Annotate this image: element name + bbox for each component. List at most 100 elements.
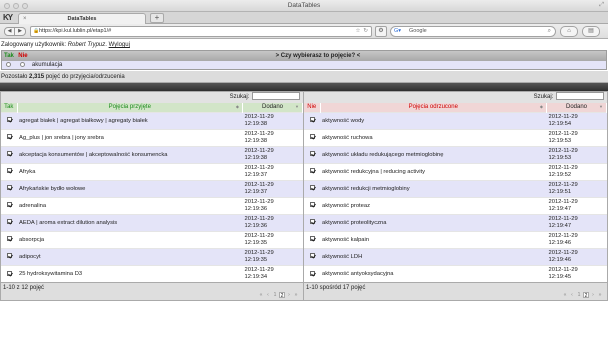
search-icon[interactable]: ⌕ (548, 27, 551, 36)
accept-checkbox[interactable] (6, 151, 12, 157)
fullscreen-icon[interactable]: ⤢ (599, 2, 604, 9)
lock-icon: 🔒 (33, 28, 40, 34)
yes-radio[interactable] (6, 61, 12, 67)
table-row[interactable]: adrenalina 2012-11-29 12:19:36 (1, 196, 303, 214)
menu-button[interactable]: ▤ (582, 26, 600, 37)
rejected-col-date[interactable]: Dodano ▼ (546, 103, 607, 112)
new-tab-button[interactable]: + (150, 13, 164, 23)
reject-checkbox[interactable] (309, 134, 315, 140)
table-row[interactable]: aktywność redukcyjna | reducing activity… (304, 162, 607, 180)
search-bar[interactable]: G▾ Google ⌕ (390, 26, 556, 37)
home-button[interactable]: ⌂ (560, 26, 578, 37)
reject-checkbox[interactable] (309, 117, 315, 123)
minimize-window-button[interactable] (13, 3, 19, 9)
next-page-button[interactable]: › (286, 292, 292, 298)
reject-checkbox[interactable] (309, 253, 315, 259)
page-1-button[interactable]: 1 (576, 292, 582, 298)
search-engine-icon[interactable]: G▾ (394, 27, 401, 36)
tab-label: DataTables (67, 16, 97, 22)
accept-checkbox[interactable] (6, 253, 12, 259)
table-row[interactable]: aktywność układu redukującego metmioglob… (304, 145, 607, 163)
accept-checkbox[interactable] (6, 117, 12, 123)
url-bar[interactable]: 🔒 https://kpi.kul.lublin.pl/etap1/# ☆ ↻ (30, 26, 372, 37)
tab-datatables[interactable]: × DataTables (18, 13, 146, 24)
accepted-col-date[interactable]: Dodano ▼ (242, 103, 303, 112)
rejected-col-sel[interactable]: Nie (304, 103, 321, 112)
table-row[interactable]: 25 hydroksywitamina D3 2012-11-29 12:19:34 (1, 264, 303, 282)
table-row[interactable]: aktywność proteaz 2012-11-29 12:19:47 (304, 196, 607, 214)
accepted-search-input[interactable] (252, 92, 300, 101)
table-row[interactable]: aktywność wody 2012-11-29 12:19:54 (304, 111, 607, 129)
reject-checkbox[interactable] (309, 270, 315, 276)
term-cell: aktywność ruchowa (320, 128, 547, 146)
page-2-button[interactable]: 2 (279, 292, 285, 299)
forward-button[interactable]: ▶ (15, 27, 26, 36)
first-page-button[interactable]: « (258, 292, 264, 298)
time-cell: 12:19:37 (244, 188, 268, 195)
last-page-button[interactable]: » (293, 292, 299, 298)
reload-icon[interactable]: ↻ (363, 27, 368, 36)
last-page-button[interactable]: » (597, 292, 603, 298)
accept-checkbox[interactable] (6, 134, 12, 140)
page-2-button[interactable]: 2 (583, 292, 589, 299)
table-row[interactable]: aktywność ruchowa 2012-11-29 12:19:53 (304, 128, 607, 146)
reject-checkbox[interactable] (309, 168, 315, 174)
sort-desc-icon: ▼ (599, 104, 603, 109)
next-page-button[interactable]: › (590, 292, 596, 298)
reject-checkbox[interactable] (309, 202, 315, 208)
back-button[interactable]: ◀ (4, 27, 15, 36)
reject-checkbox[interactable] (309, 219, 315, 225)
table-row[interactable]: Afryka 2012-11-29 12:19:37 (1, 162, 303, 180)
accepted-col-sel[interactable]: Tak (1, 103, 18, 112)
yes-label: Tak (4, 52, 14, 59)
table-row[interactable]: agregat białek | agregat białkowy | agre… (1, 111, 303, 129)
time-cell: 12:19:38 (244, 137, 268, 144)
close-window-button[interactable] (4, 3, 10, 9)
accept-checkbox[interactable] (6, 270, 12, 276)
bookmark-star-icon[interactable]: ☆ (355, 27, 360, 36)
tab-close-icon[interactable]: × (23, 14, 27, 24)
accept-checkbox[interactable] (6, 236, 12, 242)
rejected-search-input[interactable] (556, 92, 604, 101)
table-row[interactable]: aktywność LDH 2012-11-29 12:19:46 (304, 247, 607, 265)
page-1-button[interactable]: 1 (272, 292, 278, 298)
remaining-prefix: Pozostało (1, 74, 28, 80)
table-row[interactable]: Afrykańskie bydło wołowe 2012-11-29 12:19:… (1, 179, 303, 197)
prev-page-button[interactable]: ‹ (265, 292, 271, 298)
remaining-count: 2,315 (29, 74, 45, 80)
term-cell: aktywność proteaz (320, 196, 547, 214)
first-page-button[interactable]: « (562, 292, 568, 298)
logout-link[interactable]: Wyloguj (109, 42, 130, 48)
accepted-filter-label: Szukaj: (229, 94, 250, 100)
no-radio[interactable] (20, 61, 26, 67)
table-row[interactable]: adipocyt 2012-11-29 12:19:35 (1, 247, 303, 265)
accept-checkbox[interactable] (6, 168, 12, 174)
accept-checkbox[interactable] (6, 202, 12, 208)
table-row[interactable]: aktywność redukcji metmioglobiny 2012-11-… (304, 179, 607, 197)
table-row[interactable]: AEDA | aroma extract dilution analysis 20… (1, 213, 303, 231)
table-row[interactable]: Ag_plus | jon srebra | jony srebra 2012-1… (1, 128, 303, 146)
rejected-col-term[interactable]: Pojęcia odrzucone ◆ (320, 103, 547, 112)
table-row[interactable]: absorpcja 2012-11-29 12:19:35 (1, 230, 303, 248)
accept-checkbox[interactable] (6, 219, 12, 225)
zoom-window-button[interactable] (22, 3, 28, 9)
rejected-panel: Szukaj: Nie Pojęcia odrzucone ◆ Dodano ▼ a… (304, 91, 608, 301)
table-row[interactable]: aktywność kalpain 2012-11-29 12:19:46 (304, 230, 607, 248)
term-cell: aktywność redukcji metmioglobiny (320, 179, 547, 197)
time-cell: 12:19:35 (244, 256, 268, 263)
reject-checkbox[interactable] (309, 151, 315, 157)
prev-page-button[interactable]: ‹ (569, 292, 575, 298)
accept-checkbox[interactable] (6, 185, 12, 191)
rejected-col-date-label: Dodano (565, 104, 588, 111)
accepted-col-term[interactable]: Pojęcia przyjęte ◆ (17, 103, 243, 112)
term-cell: aktywność antyoksydacyjna (320, 264, 547, 282)
table-row[interactable]: akceptacja konsumentów | akceptowalność … (1, 145, 303, 163)
table-row[interactable]: aktywność antyoksydacyjna 2012-11-29 12:19… (304, 264, 607, 282)
table-row[interactable]: aktywność proteolityczna 2012-11-29 12:19:… (304, 213, 607, 231)
rejected-footer: 1-10 spośród 17 pojęć « ‹ 1 2 › » (304, 282, 607, 300)
question-term: akumulacja (31, 61, 63, 68)
reject-checkbox[interactable] (309, 185, 315, 191)
time-cell: 12:19:46 (548, 256, 572, 263)
reject-checkbox[interactable] (309, 236, 315, 242)
addon-button[interactable]: ⚙ (375, 26, 387, 37)
